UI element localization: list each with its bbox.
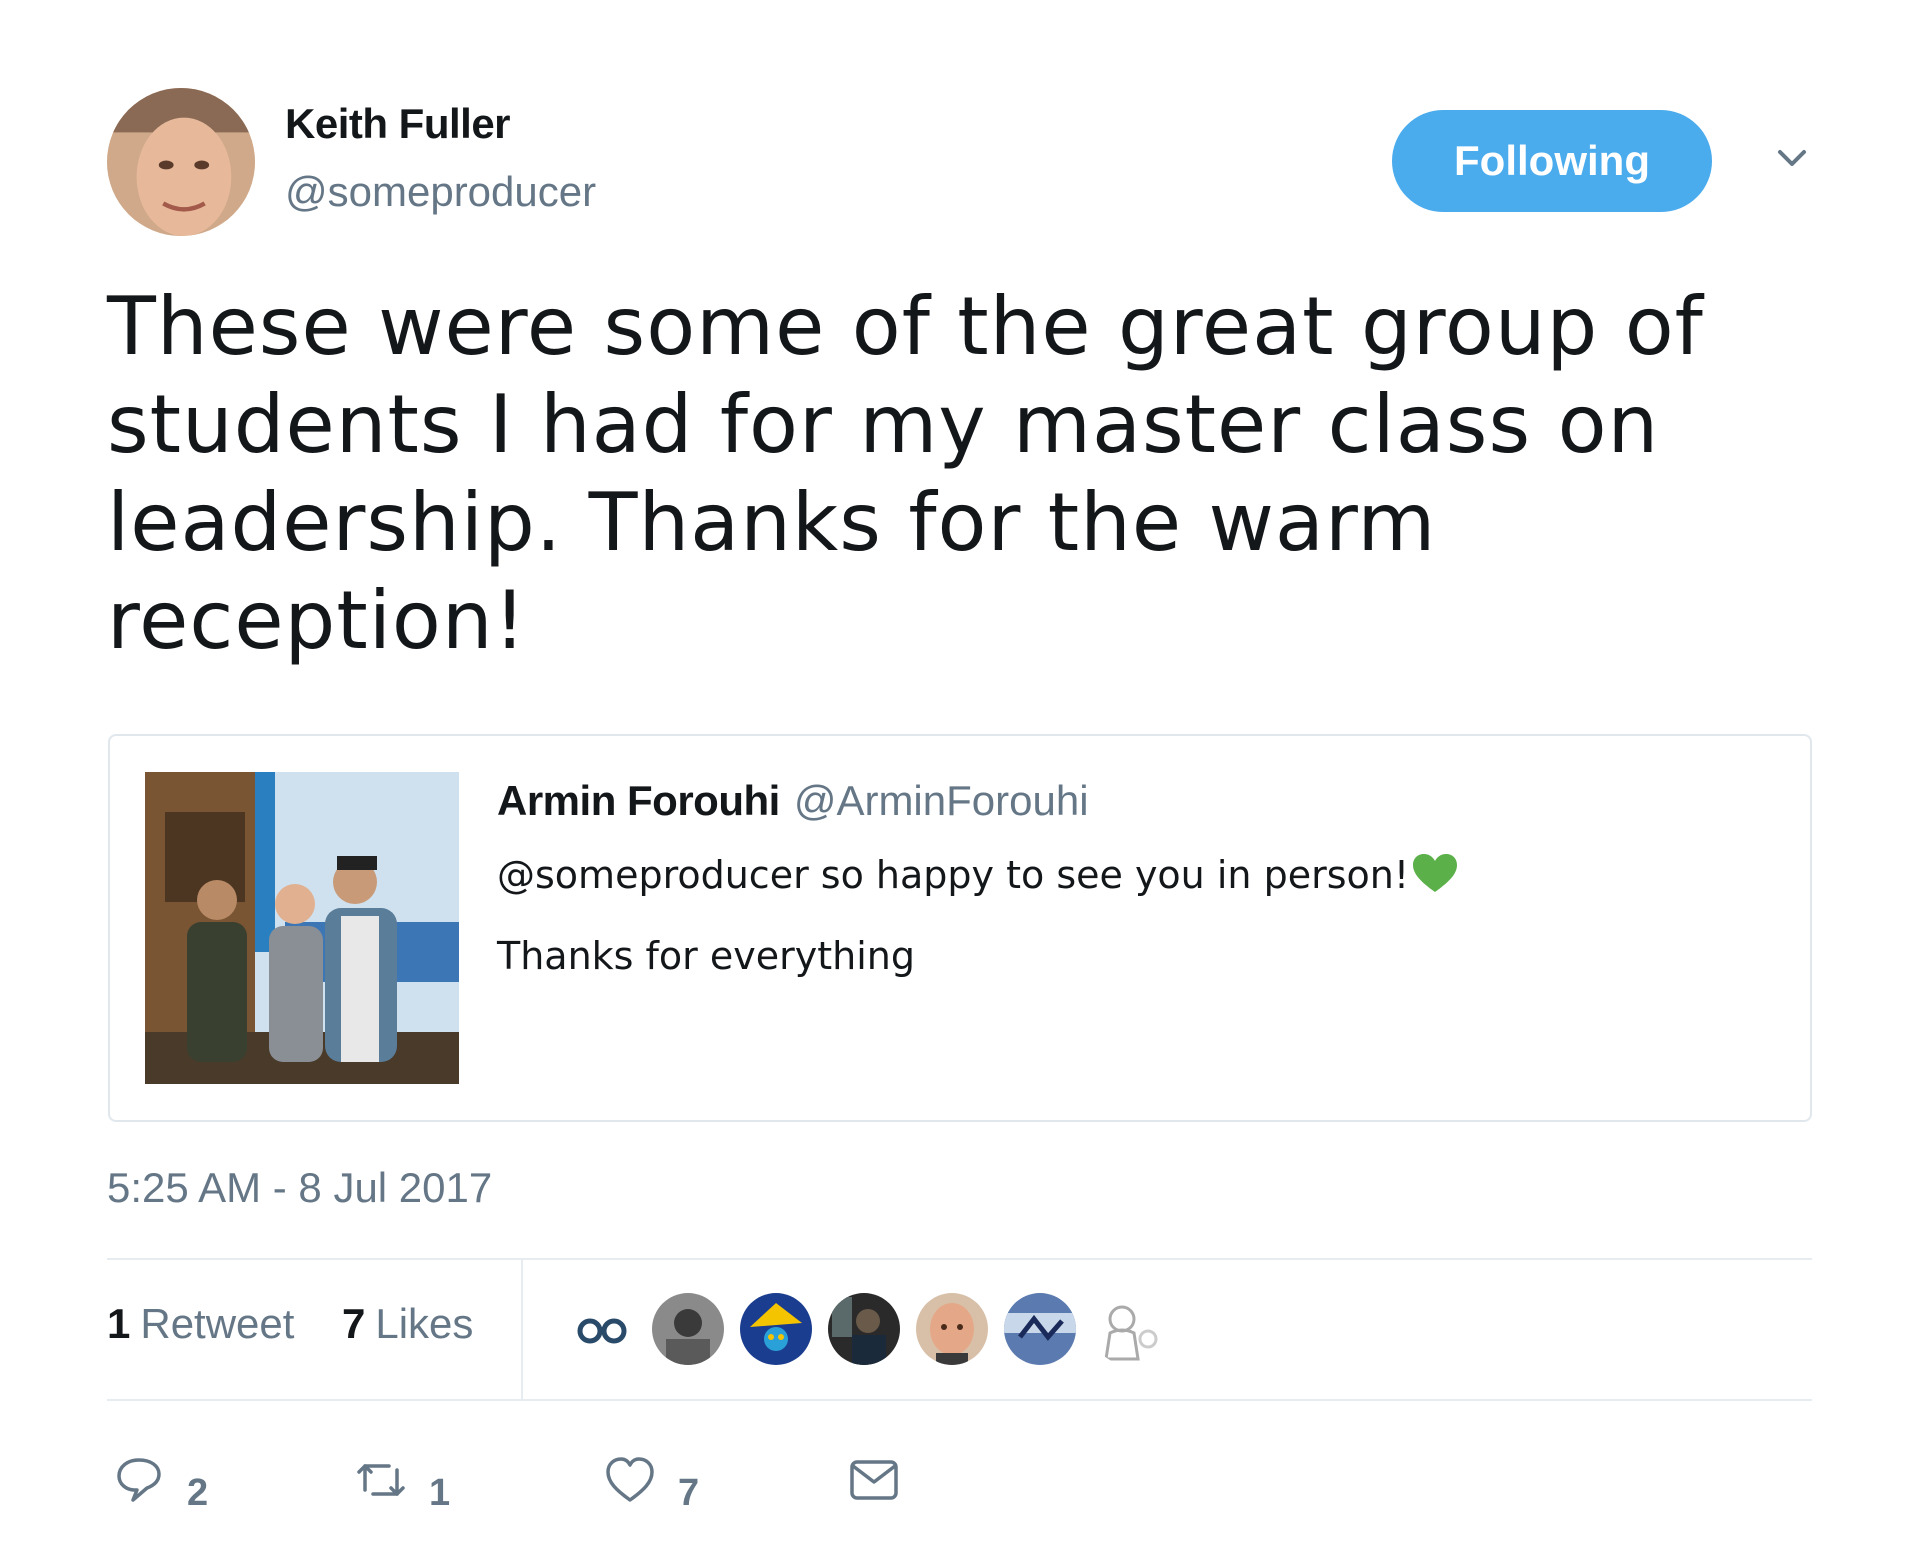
author-handle[interactable]: @someproducer [285,168,596,216]
quoted-author-name[interactable]: Armin Forouhi [497,777,780,824]
divider [107,1399,1812,1401]
tweet-text: These were some of the great group of st… [107,278,1807,670]
author-name[interactable]: Keith Fuller [285,100,511,148]
like-count: 7 [678,1471,700,1514]
retweets-count: 1 [107,1300,131,1347]
retweet-count: 1 [429,1471,451,1514]
tweet-text-line: These were some of the great group of [107,280,1704,373]
retweets-label: Retweet [140,1300,295,1347]
direct-message-button[interactable] [848,1445,900,1515]
liker-avatar[interactable] [652,1293,724,1365]
liker-avatar[interactable] [1092,1293,1164,1365]
likes-label: Likes [375,1300,474,1347]
liker-avatar[interactable] [566,1293,638,1365]
heart-icon [606,1457,654,1502]
reply-icon [117,1458,161,1502]
quoted-text-line1: @someproducer so happy to see you in per… [497,852,1459,897]
liker-avatar[interactable] [740,1293,812,1365]
quoted-author-handle[interactable]: @ArminForouhi [794,777,1089,824]
retweet-icon [357,1464,405,1496]
liker-avatar[interactable] [916,1293,988,1365]
tweet-text-line: reception! [107,574,527,667]
quoted-tweet-photo[interactable] [145,772,459,1084]
avatar-photo [107,88,255,236]
liker-avatar[interactable] [828,1293,900,1365]
quoted-text-line2: Thanks for everything [497,934,915,978]
green-heart-emoji-icon [1411,852,1459,894]
divider [521,1258,523,1400]
author-avatar[interactable] [107,88,255,236]
following-button[interactable]: Following [1392,110,1712,212]
reply-button[interactable]: 2 [113,1445,208,1515]
likes-stat[interactable]: 7 Likes [342,1300,473,1348]
chevron-down-icon[interactable] [1772,138,1812,178]
tweet-text-line: leadership. Thanks for the warm [107,476,1437,569]
retweet-button[interactable]: 1 [355,1445,450,1515]
tweet-timestamp[interactable]: 5:25 AM - 8 Jul 2017 [107,1164,492,1212]
retweets-stat[interactable]: 1 Retweet [107,1300,294,1348]
quoted-text: @someproducer so happy to see you in per… [497,853,1410,897]
like-button[interactable]: 7 [604,1445,699,1515]
likes-count: 7 [342,1300,366,1347]
divider [107,1258,1812,1260]
quoted-author[interactable]: Armin Forouhi @ArminForouhi [497,777,1089,825]
reply-count: 2 [187,1471,209,1514]
envelope-icon [850,1460,898,1500]
tweet-text-line: students I had for my master class on [107,378,1660,471]
liker-avatar[interactable] [1004,1293,1076,1365]
